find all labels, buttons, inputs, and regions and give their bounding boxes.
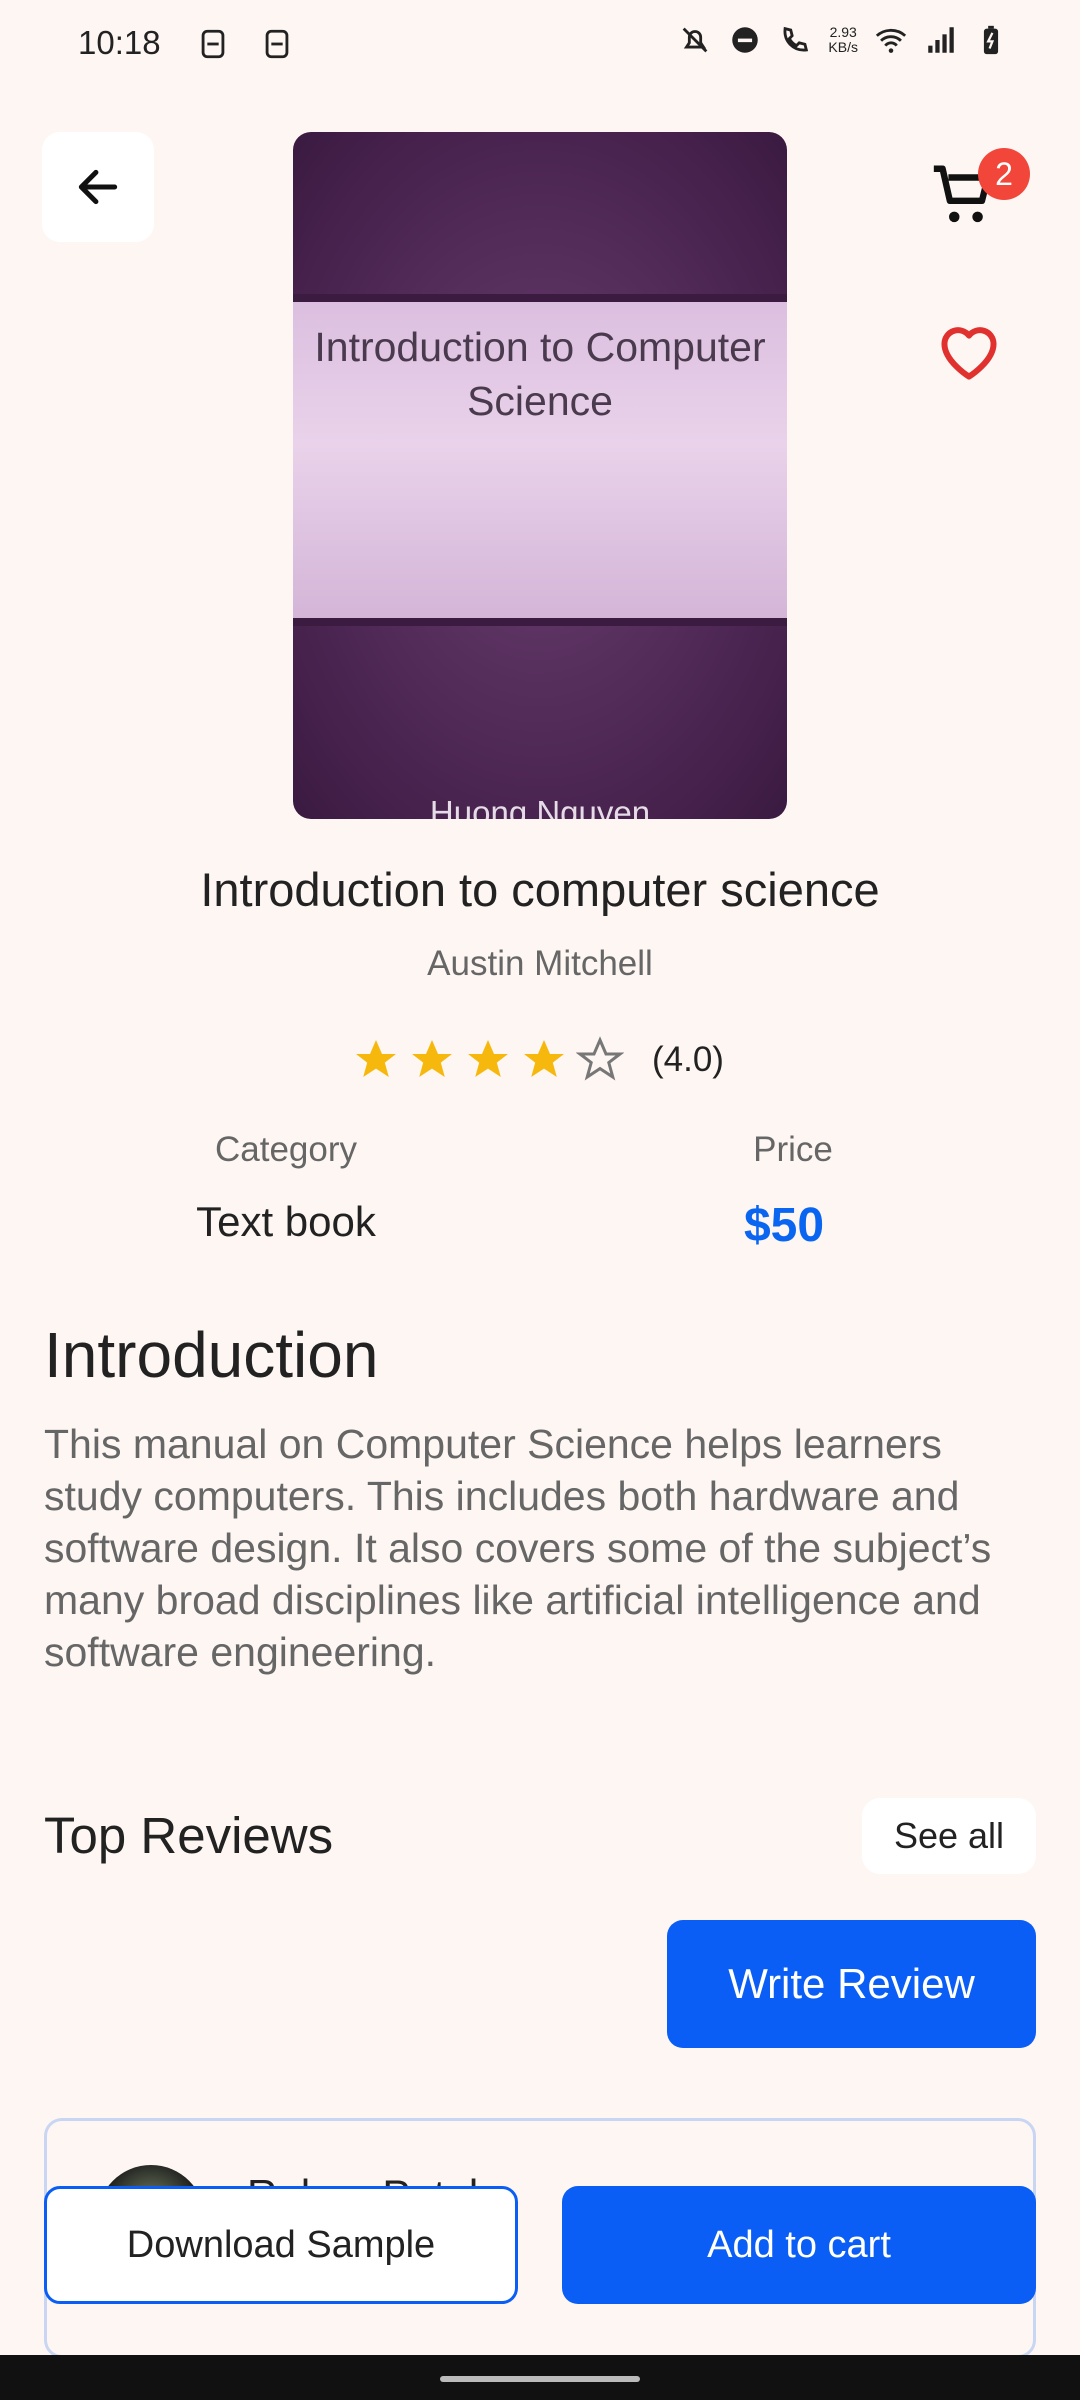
status-right-icons: 2.93 KB/s xyxy=(678,22,1008,58)
star-outline-icon xyxy=(576,1036,624,1081)
star-filled-icon xyxy=(356,1040,396,1077)
reviews-heading: Top Reviews xyxy=(44,1807,334,1864)
intro-text: This manual on Computer Science helps le… xyxy=(44,1421,992,1675)
download-sample-button[interactable]: Download Sample xyxy=(44,2186,518,2304)
book-cover-image: Introduction to Computer Science Huong N… xyxy=(293,132,787,819)
intro-heading: Introduction xyxy=(44,1319,379,1391)
sim-icon xyxy=(265,29,289,59)
category-value: Text book xyxy=(196,1198,376,1245)
status-time: 10:18 xyxy=(78,24,161,61)
net-speed-value: 2.93 xyxy=(829,24,857,40)
signal-icon xyxy=(928,27,954,53)
status-left-icons xyxy=(196,26,294,62)
wifi-call-icon xyxy=(784,26,809,52)
heart-outline-icon xyxy=(941,327,997,380)
cart-count-badge: 2 xyxy=(978,148,1030,200)
back-button[interactable] xyxy=(42,132,154,242)
star-filled-icon xyxy=(412,1040,452,1077)
price-value: $50 xyxy=(743,1199,825,1252)
book-author: Austin Mitchell xyxy=(427,944,653,983)
star-filled-icon xyxy=(468,1040,508,1077)
home-gesture-handle[interactable] xyxy=(440,2376,640,2382)
cover-title: Introduction to Computer Science xyxy=(314,324,766,424)
battery-icon xyxy=(983,25,999,55)
write-review-button[interactable]: Write Review xyxy=(667,1920,1036,2048)
arrow-left-icon xyxy=(78,169,118,205)
mute-icon xyxy=(683,27,708,53)
price-label: Price xyxy=(753,1130,833,1169)
cover-author: Huong Nguyen xyxy=(429,794,651,819)
see-all-button[interactable]: See all xyxy=(862,1798,1036,1874)
book-title: Introduction to computer science xyxy=(200,863,880,916)
star-filled-icon xyxy=(524,1040,564,1077)
add-to-cart-button[interactable]: Add to cart xyxy=(562,2186,1036,2304)
net-speed-unit: KB/s xyxy=(828,39,858,55)
rating-value: (4.0) xyxy=(652,1040,724,1079)
net-speed: 2.93 KB/s xyxy=(828,25,858,55)
book-detail-page: 10:18 2.93 KB/s Introduction to Computer… xyxy=(0,0,1080,2400)
dnd-icon xyxy=(732,27,759,53)
rating-row: (4.0) xyxy=(352,1032,724,1088)
wifi-icon xyxy=(875,28,907,53)
status-bar: 10:18 2.93 KB/s xyxy=(0,0,1080,90)
sim-icon xyxy=(201,29,225,59)
category-label: Category xyxy=(214,1130,358,1169)
favorite-button[interactable] xyxy=(936,322,1002,382)
